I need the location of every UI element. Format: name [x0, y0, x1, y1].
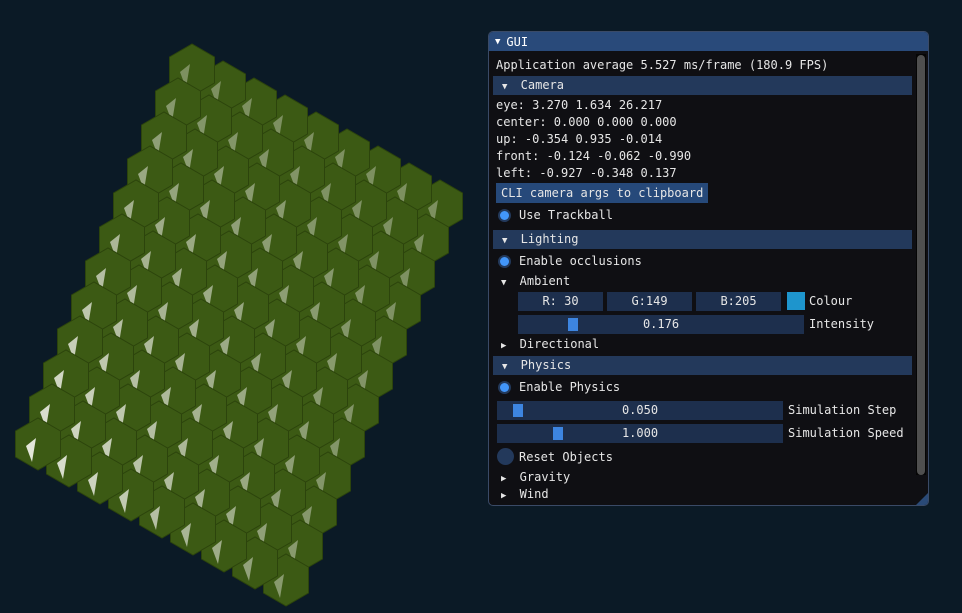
directional-tree-node[interactable]: ▶ Directional	[501, 336, 599, 352]
enable-physics-radio[interactable]	[498, 381, 511, 394]
use-trackball-radio[interactable]	[498, 209, 511, 222]
camera-section-header[interactable]: ▼ Camera	[493, 76, 912, 95]
collapsed-arrow-icon: ▶	[501, 341, 507, 351]
gui-window[interactable]: ▼ GUI Application average 5.527 ms/frame…	[488, 31, 929, 506]
simulation-step-slider[interactable]: 0.050	[497, 401, 783, 420]
simulation-step-label: Simulation Step	[788, 403, 897, 417]
resize-grip-icon[interactable]	[916, 493, 928, 505]
scrollbar-thumb[interactable]	[917, 55, 925, 475]
slider-grab[interactable]	[512, 404, 523, 417]
intensity-slider[interactable]: 0.176	[518, 315, 804, 334]
expanded-arrow-icon: ▼	[502, 82, 508, 92]
expanded-arrow-icon: ▼	[502, 362, 508, 372]
use-trackball-label: Use Trackball	[519, 208, 613, 222]
simulation-speed-value: 1.000	[621, 426, 659, 440]
ambient-label: Ambient	[519, 274, 571, 288]
intensity-label: Intensity	[809, 317, 875, 331]
camera-left: left: -0.927 -0.348 0.137	[496, 166, 677, 180]
simulation-speed-slider[interactable]: 1.000	[497, 424, 783, 443]
camera-eye: eye: 3.270 1.634 26.217	[496, 98, 663, 112]
wind-tree-node[interactable]: ▶ Wind	[501, 486, 549, 502]
collapsed-arrow-icon: ▶	[501, 491, 507, 501]
gravity-label: Gravity	[519, 470, 571, 484]
intensity-value: 0.176	[642, 317, 680, 331]
copy-camera-args-button[interactable]: CLI camera args to clipboard	[496, 183, 709, 203]
simulation-step-value: 0.050	[621, 403, 659, 417]
physics-objects-grid	[15, 43, 463, 607]
window-title-bar[interactable]: ▼ GUI	[489, 32, 928, 51]
ambient-b-field[interactable]: B:205	[696, 292, 781, 311]
camera-front: front: -0.124 -0.062 -0.990	[496, 149, 692, 163]
slider-grab[interactable]	[567, 318, 578, 331]
lighting-section-header[interactable]: ▼ Lighting	[493, 230, 912, 249]
camera-header-label: Camera	[520, 78, 565, 92]
expanded-arrow-icon: ▼	[501, 278, 507, 288]
expanded-arrow-icon: ▼	[502, 236, 508, 246]
enable-physics-label: Enable Physics	[519, 380, 621, 394]
reset-objects-button[interactable]	[497, 448, 514, 465]
colour-label: Colour	[809, 294, 853, 308]
enable-occlusions-radio[interactable]	[498, 255, 511, 268]
window-content: Application average 5.527 ms/frame (180.…	[489, 51, 914, 505]
slider-grab[interactable]	[553, 427, 564, 440]
vertical-scrollbar[interactable]	[916, 54, 926, 475]
physics-section-header[interactable]: ▼ Physics	[493, 356, 912, 375]
wind-label: Wind	[519, 487, 549, 501]
collapse-arrow-icon[interactable]: ▼	[495, 37, 500, 47]
lighting-header-label: Lighting	[520, 232, 579, 246]
collapsed-arrow-icon: ▶	[501, 474, 507, 484]
directional-label: Directional	[519, 337, 600, 351]
enable-occlusions-label: Enable occlusions	[519, 254, 642, 268]
ambient-r-field[interactable]: R: 30	[518, 292, 603, 311]
reset-objects-label: Reset Objects	[519, 450, 613, 464]
camera-center: center: 0.000 0.000 0.000	[496, 115, 677, 129]
simulation-speed-label: Simulation Speed	[788, 426, 904, 440]
fps-stats: Application average 5.527 ms/frame (180.…	[496, 58, 829, 72]
gravity-tree-node[interactable]: ▶ Gravity	[501, 469, 570, 485]
ambient-g-field[interactable]: G:149	[607, 292, 692, 311]
camera-up: up: -0.354 0.935 -0.014	[496, 132, 663, 146]
ambient-tree-node[interactable]: ▼ Ambient	[501, 273, 570, 289]
ambient-colour-swatch[interactable]	[787, 292, 805, 310]
window-title: GUI	[506, 34, 529, 49]
physics-header-label: Physics	[520, 358, 572, 372]
